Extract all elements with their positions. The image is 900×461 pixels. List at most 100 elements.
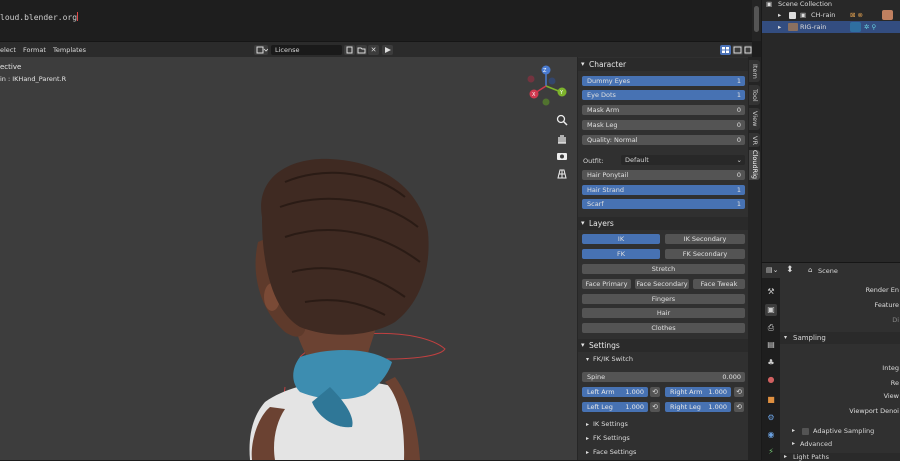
layer-face-secondary-button[interactable]: Face Secondary — [635, 279, 689, 289]
properties-tabs: ⚒ ▣ ⎙ ▤ ♣ ● ■ ⚙ ◉ ⚡ — [762, 278, 780, 461]
panel-layers-header[interactable]: Layers — [578, 217, 749, 230]
render-tab-icon[interactable]: ▣ — [765, 304, 777, 316]
expand-arrow-icon: ▸ — [784, 453, 788, 460]
run-script-button[interactable] — [382, 45, 393, 55]
viewport-mode-text: ective — [0, 63, 22, 71]
line-numbers-toggle[interactable] — [720, 45, 731, 55]
panel-character-header[interactable]: Character — [578, 58, 749, 71]
face-settings-subpanel[interactable]: Face Settings — [586, 448, 636, 456]
adaptive-sampling-checkbox[interactable] — [802, 428, 809, 435]
layer-face-tweak-button[interactable]: Face Tweak — [693, 279, 745, 289]
left-arm-fkik-field[interactable]: Left Arm 1.000 — [582, 387, 648, 397]
menu-templates[interactable]: Templates — [53, 46, 86, 54]
left-leg-fkik-field[interactable]: Left Leg 1.000 — [582, 402, 648, 412]
left-leg-snap-button[interactable]: ⟲ — [650, 402, 660, 412]
advanced-subpanel[interactable]: ▸ Advanced — [792, 439, 900, 450]
outliner-item-ch-rain[interactable]: ▸ ▣ CH-rain ⊠ ⊗ — [762, 9, 900, 21]
tool-tab-icon[interactable]: ⚒ — [765, 286, 777, 298]
sampling-panel-header[interactable]: ▾ Sampling — [780, 332, 900, 344]
properties-editor: ▤⌄ ⬍ ⌂ Scene ⚒ ▣ ⎙ ▤ ♣ ● ■ ⚙ ◉ ⚡ Render … — [761, 262, 900, 461]
menu-select[interactable]: elect — [0, 46, 16, 54]
viewport-active-bone: in : IKHand_Parent.R — [0, 75, 67, 83]
expand-arrow-icon: ▸ — [778, 11, 782, 19]
document-name-field[interactable]: License — [271, 45, 342, 55]
prop-mask-arm[interactable]: Mask Arm 0 — [582, 105, 745, 115]
chevron-down-icon: ⌄ — [736, 156, 742, 164]
pan-button[interactable] — [555, 131, 569, 145]
tab-cloudrig[interactable]: CloudRig — [749, 150, 760, 180]
layer-fingers-button[interactable]: Fingers — [582, 294, 745, 304]
modifier-tab-icon[interactable]: ⚙ — [765, 412, 777, 424]
3d-viewport[interactable]: Z Y X ective in : IKHand_Parent.R — [0, 57, 577, 460]
prop-hair-ponytail[interactable]: Hair Ponytail 0 — [582, 170, 745, 180]
navigation-gizmo[interactable] — [531, 57, 571, 109]
prop-scarf[interactable]: Scarf 1 — [582, 199, 745, 209]
text-editor-scrollbar[interactable] — [752, 0, 761, 41]
outfit-dropdown[interactable]: Default ⌄ — [621, 155, 745, 165]
grid-icon — [722, 47, 729, 53]
layer-fk-button[interactable]: FK — [582, 249, 660, 259]
unlink-document-button[interactable]: ✕ — [368, 45, 379, 55]
layer-face-primary-button[interactable]: Face Primary — [582, 279, 631, 289]
text-editor-line[interactable]: loud.blender.org — [0, 12, 79, 22]
object-tab-icon[interactable]: ■ — [765, 394, 777, 406]
syntax-highlight-toggle[interactable] — [744, 45, 752, 55]
tab-item[interactable]: Item — [749, 60, 760, 82]
open-document-button[interactable] — [356, 45, 367, 55]
right-arm-snap-button[interactable]: ⟲ — [734, 387, 744, 397]
pin-icon[interactable]: ⬍ — [786, 265, 794, 275]
new-file-icon — [346, 46, 353, 54]
sidebar-panel: Character Dummy Eyes1 Eye Dots1 Mask Arm… — [577, 57, 749, 460]
fkik-switch-subpanel[interactable]: FK/IK Switch — [586, 355, 633, 363]
spine-fkik-field[interactable]: Spine 0.000 — [582, 372, 745, 382]
text-editor[interactable]: loud.blender.org — [0, 0, 752, 41]
render-samples-label: Re — [890, 379, 899, 387]
right-arm-fkik-field[interactable]: Right Arm 1.000 — [665, 387, 731, 397]
layer-fk-secondary-button[interactable]: FK Secondary — [665, 249, 745, 259]
camera-view-button[interactable] — [555, 149, 569, 163]
play-icon — [385, 47, 391, 53]
refresh-icon: ⟲ — [652, 388, 658, 396]
layer-clothes-button[interactable]: Clothes — [582, 323, 745, 333]
view-layer-tab-icon[interactable]: ▤ — [765, 339, 777, 351]
scrollbar-thumb[interactable] — [754, 6, 759, 32]
layer-hair-button[interactable]: Hair — [582, 308, 745, 318]
word-wrap-toggle[interactable] — [732, 45, 743, 55]
prop-eye-dots[interactable]: Eye Dots 1 — [582, 90, 745, 100]
document-type-dropdown[interactable] — [254, 45, 269, 55]
layer-stretch-button[interactable]: Stretch — [582, 264, 745, 274]
physics-tab-icon[interactable]: ◉ — [765, 429, 777, 441]
layer-ik-secondary-button[interactable]: IK Secondary — [665, 234, 745, 244]
output-tab-icon[interactable]: ⎙ — [765, 322, 777, 334]
tab-vr[interactable]: VR — [749, 133, 760, 147]
prop-mask-leg[interactable]: Mask Leg 0 — [582, 120, 745, 130]
scene-tab-icon[interactable]: ♣ — [765, 357, 777, 369]
fk-settings-subpanel[interactable]: FK Settings — [586, 434, 630, 442]
tab-view[interactable]: View — [749, 108, 760, 130]
magnifier-icon — [556, 114, 568, 126]
panel-settings-header[interactable]: Settings — [578, 339, 749, 352]
new-document-button[interactable] — [344, 45, 355, 55]
prop-dummy-eyes[interactable]: Dummy Eyes 1 — [582, 76, 745, 86]
adaptive-sampling-subpanel[interactable]: ▸ Adaptive Sampling — [792, 426, 900, 437]
scene-name: Scene — [818, 267, 838, 275]
perspective-toggle-button[interactable] — [555, 167, 569, 181]
right-leg-fkik-field[interactable]: Right Leg 1.000 — [665, 402, 731, 412]
checkbox-icon[interactable] — [789, 12, 796, 19]
layer-ik-button[interactable]: IK — [582, 234, 660, 244]
integrator-label: Integ — [882, 364, 899, 372]
refresh-icon: ⟲ — [736, 403, 742, 411]
outliner-item-rig-rain[interactable]: ▸ RIG-rain ✲ ⚲ — [762, 21, 900, 33]
data-tab-icon[interactable]: ⚡ — [765, 446, 777, 458]
zoom-button[interactable] — [555, 113, 569, 127]
right-leg-snap-button[interactable]: ⟲ — [734, 402, 744, 412]
left-arm-snap-button[interactable]: ⟲ — [650, 387, 660, 397]
tab-tool[interactable]: Tool — [749, 85, 760, 105]
editor-type-dropdown[interactable]: ▤⌄ — [766, 266, 778, 274]
prop-hair-strand[interactable]: Hair Strand 1 — [582, 185, 745, 195]
menu-format[interactable]: Format — [23, 46, 46, 54]
prop-quality[interactable]: Quality: Normal 0 — [582, 135, 745, 145]
sidebar-tabs: Item Tool View VR CloudRig — [748, 57, 761, 460]
world-tab-icon[interactable]: ● — [765, 374, 777, 386]
ik-settings-subpanel[interactable]: IK Settings — [586, 420, 628, 428]
